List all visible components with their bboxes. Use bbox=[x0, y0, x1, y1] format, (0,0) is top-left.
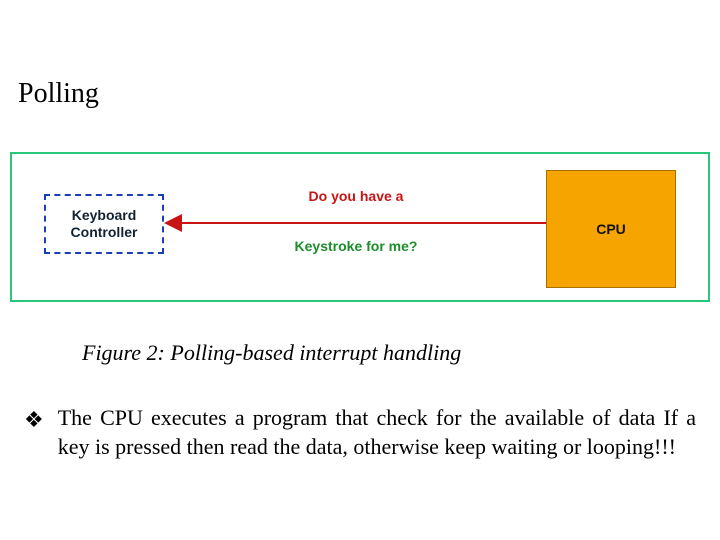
query-text-line1: Do you have a bbox=[164, 188, 548, 204]
figure-caption: Figure 2: Polling-based interrupt handli… bbox=[82, 340, 461, 366]
cpu-box: CPU bbox=[546, 170, 676, 288]
bullet-item: ❖ The CPU executes a program that check … bbox=[24, 404, 696, 461]
bullet-glyph-icon: ❖ bbox=[24, 404, 58, 435]
polling-diagram: Keyboard Controller Do you have a Keystr… bbox=[10, 152, 710, 302]
bullet-text: The CPU executes a program that check fo… bbox=[58, 404, 696, 461]
keyboard-controller-box: Keyboard Controller bbox=[44, 194, 164, 254]
arrow-line-icon bbox=[180, 222, 548, 224]
query-text-line2: Keystroke for me? bbox=[164, 238, 548, 254]
slide-title: Polling bbox=[18, 78, 99, 110]
slide: Polling Keyboard Controller Do you have … bbox=[0, 0, 720, 540]
query-arrow: Do you have a Keystroke for me? bbox=[164, 188, 548, 260]
